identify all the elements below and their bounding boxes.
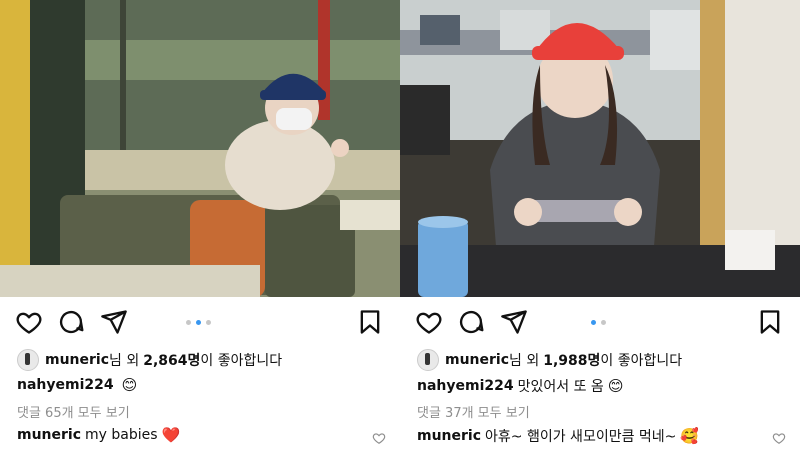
comment-like-heart-icon[interactable] xyxy=(372,430,386,444)
caption-username[interactable]: nahyemi224 xyxy=(17,377,114,393)
caption-username[interactable]: nahyemi224 xyxy=(417,378,514,394)
comment-username[interactable]: muneric xyxy=(17,427,81,443)
liked-by-username[interactable]: muneric xyxy=(445,352,509,368)
view-all-comments-link[interactable]: 댓글 65개 모두 보기 xyxy=(17,402,130,421)
cafe-booth-photo-icon xyxy=(0,0,400,297)
likes-summary[interactable]: muneric 님 외 2,864명 이 좋아합니다 xyxy=(17,349,282,371)
comment-text: my babies xyxy=(85,427,158,443)
carousel-dot xyxy=(186,320,191,325)
likes-summary[interactable]: muneric 님 외 1,988명 이 좋아합니다 xyxy=(417,349,682,371)
comment-like-heart-icon[interactable] xyxy=(772,430,786,444)
smile-emoji-icon: 😊 xyxy=(121,376,138,394)
likes-prefix-text: 님 외 xyxy=(109,353,140,369)
post-1: muneric 님 외 2,864명 이 좋아합니다 nahyemi224 😊 … xyxy=(0,0,400,450)
post-1-photo[interactable] xyxy=(0,0,400,297)
view-all-comments-link[interactable]: 댓글 37개 모두 보기 xyxy=(417,402,530,421)
share-paper-plane-icon[interactable] xyxy=(100,308,128,336)
caption: nahyemi224 😊 xyxy=(17,376,137,394)
like-heart-icon[interactable] xyxy=(415,308,443,336)
phone-gaming-photo-icon xyxy=(400,0,800,297)
like-heart-icon[interactable] xyxy=(15,308,43,336)
post-2-photo[interactable] xyxy=(400,0,800,297)
comment-text: 아휴~ 햄이가 새모이만큼 먹네~ xyxy=(485,429,677,445)
comment-bubble-icon[interactable] xyxy=(57,308,85,336)
likes-prefix-text: 님 외 xyxy=(509,353,540,369)
likes-suffix-text: 이 좋아합니다 xyxy=(600,353,683,369)
comment-username[interactable]: muneric xyxy=(417,428,481,444)
comment: muneric my babies ❤️ xyxy=(17,426,180,444)
comment: muneric 아휴~ 햄이가 새모이만큼 먹네~ 🥰 xyxy=(417,426,699,446)
likes-suffix-text: 이 좋아합니다 xyxy=(200,353,283,369)
caption: nahyemi224 맛있어서 또 옴 😊 xyxy=(417,376,623,396)
carousel-dot xyxy=(601,320,606,325)
avatar[interactable] xyxy=(417,349,439,371)
smiling-hearts-emoji-icon: 🥰 xyxy=(680,427,700,445)
liked-by-username[interactable]: muneric xyxy=(45,352,109,368)
save-bookmark-icon[interactable] xyxy=(356,308,384,336)
likes-count[interactable]: 1,988명 xyxy=(543,350,600,370)
carousel-dot xyxy=(206,320,211,325)
likes-count[interactable]: 2,864명 xyxy=(143,350,200,370)
post-2: muneric 님 외 1,988명 이 좋아합니다 nahyemi224 맛있… xyxy=(400,0,800,450)
carousel-dots xyxy=(186,320,216,326)
share-paper-plane-icon[interactable] xyxy=(500,308,528,336)
post-1-action-bar xyxy=(0,308,400,338)
caption-text: 맛있어서 또 옴 xyxy=(517,379,604,395)
avatar[interactable] xyxy=(17,349,39,371)
smile-emoji-icon: 😊 xyxy=(607,377,624,395)
carousel-dot-active xyxy=(591,320,596,325)
carousel-dot-active xyxy=(196,320,201,325)
red-heart-emoji-icon: ❤️ xyxy=(161,426,181,444)
save-bookmark-icon[interactable] xyxy=(756,308,784,336)
comment-bubble-icon[interactable] xyxy=(457,308,485,336)
post-2-action-bar xyxy=(400,308,800,338)
carousel-dots xyxy=(586,320,616,326)
